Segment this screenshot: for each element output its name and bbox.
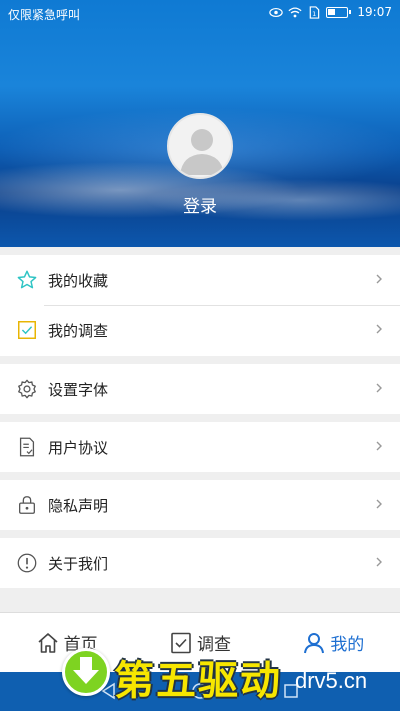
status-bar: 仅限紧急呼叫 1 19:07: [0, 0, 400, 28]
sim-icon: 1: [310, 5, 320, 19]
avatar[interactable]: [167, 113, 233, 179]
chevron-right-icon: [376, 274, 382, 284]
carrier-status-text: 仅限紧急呼叫: [8, 8, 81, 22]
survey-check-icon: [18, 321, 36, 339]
info-icon: [17, 553, 37, 573]
watermark-title: 第五驱动: [114, 658, 282, 704]
download-watermark-icon: [62, 648, 110, 696]
watermark-url: drv5.cn: [295, 668, 368, 693]
lock-icon: [19, 496, 35, 514]
battery-icon: [326, 6, 352, 18]
menu-item-label: 关于我们: [48, 555, 109, 573]
menu-item-label: 用户协议: [48, 439, 109, 457]
login-link[interactable]: 登录: [0, 192, 400, 217]
menu-item-label: 我的收藏: [48, 272, 109, 290]
chevron-right-icon: [376, 441, 382, 451]
menu-item-favorites[interactable]: 我的收藏: [0, 255, 400, 305]
wifi-icon: [288, 6, 302, 17]
tab-mine[interactable]: 我的: [267, 613, 400, 672]
eye-comfort-icon: [269, 7, 284, 17]
home-icon: [38, 632, 58, 653]
menu-item-privacy[interactable]: 隐私声明: [0, 480, 400, 530]
menu-group-font: 设置字体: [0, 364, 400, 414]
gear-icon: [18, 379, 36, 399]
chevron-right-icon: [376, 324, 382, 334]
status-icons: 1 19:07: [269, 5, 392, 19]
person-icon: [304, 632, 325, 653]
chevron-right-icon: [376, 383, 382, 393]
menu-item-label: 隐私声明: [48, 497, 109, 515]
menu-item-label: 设置字体: [48, 381, 109, 399]
menu-group-personal: 我的收藏 我的调查: [0, 255, 400, 356]
menu-item-my-surveys[interactable]: 我的调查: [0, 305, 400, 355]
chevron-right-icon: [376, 557, 382, 567]
menu-item-about-us[interactable]: 关于我们: [0, 538, 400, 588]
chevron-right-icon: [376, 499, 382, 509]
menu-item-font-settings[interactable]: 设置字体: [0, 364, 400, 414]
menu-item-label: 我的调查: [48, 322, 109, 340]
star-icon: [17, 270, 37, 289]
menu-item-user-agreement[interactable]: 用户协议: [0, 422, 400, 472]
menu-group-agreement: 用户协议: [0, 422, 400, 472]
svg-text:1: 1: [313, 10, 317, 18]
clock: 19:07: [357, 5, 392, 19]
tab-label: 我的: [330, 635, 365, 655]
menu-group-privacy: 隐私声明: [0, 480, 400, 530]
document-icon: [19, 437, 35, 457]
menu-group-about: 关于我们: [0, 538, 400, 588]
